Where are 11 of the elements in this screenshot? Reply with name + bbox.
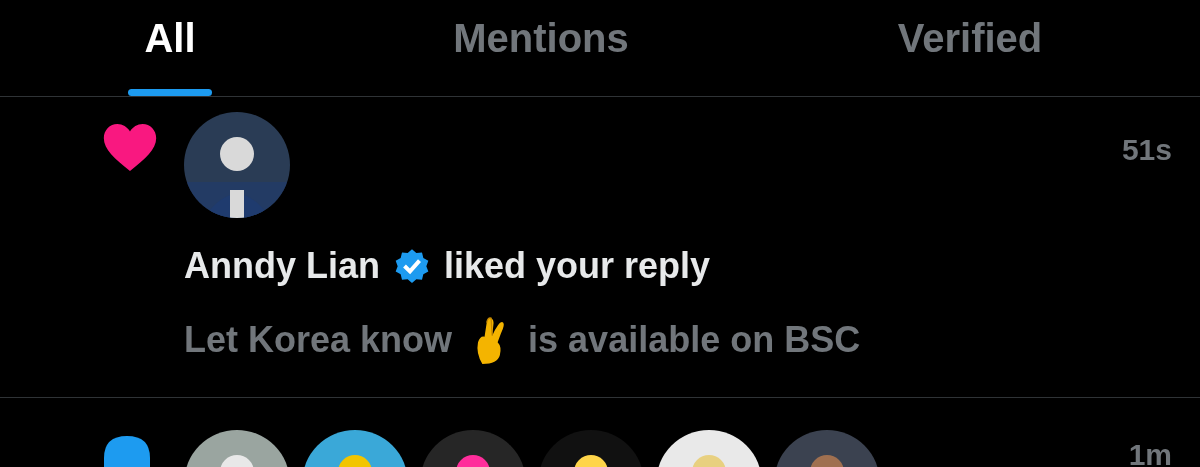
- tab[interactable]: All: [144, 14, 196, 62]
- tab[interactable]: Mentions: [453, 14, 629, 62]
- message-text: is available on BSC: [528, 318, 861, 362]
- person-icon: [104, 436, 150, 467]
- heart-icon: [103, 124, 157, 172]
- timestamp: 1m: [1128, 437, 1172, 467]
- action-text: liked your reply: [444, 244, 711, 288]
- tab[interactable]: Verified: [897, 14, 1043, 62]
- timestamp: 51s: [1121, 132, 1172, 168]
- user-name[interactable]: Anndy Lian: [184, 244, 380, 288]
- message-text: Let Korea know: [184, 318, 453, 362]
